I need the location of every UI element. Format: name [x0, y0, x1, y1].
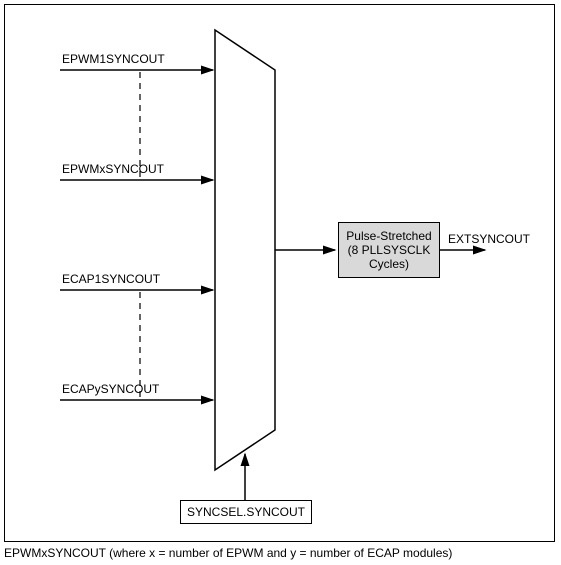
label-output-extsyncout: EXTSYNCOUT [448, 232, 530, 246]
diagram-frame: EPWM1SYNCOUT EPWMxSYNCOUT ECAP1SYNCOUT E… [0, 0, 561, 565]
block-line1: Pulse-Stretched [346, 229, 431, 243]
pulse-stretched-text: Pulse-Stretched (8 PLLSYSCLK Cycles) [346, 229, 431, 271]
block-line2: (8 PLLSYSCLK [346, 243, 431, 257]
mux-shape [215, 30, 275, 470]
pulse-stretched-block: Pulse-Stretched (8 PLLSYSCLK Cycles) [338, 222, 440, 278]
footnote: EPWMxSYNCOUT (where x = number of EPWM a… [4, 546, 452, 560]
select-box: SYNCSEL.SYNCOUT [180, 500, 312, 524]
select-label: SYNCSEL.SYNCOUT [187, 505, 305, 519]
label-input-ecap1syncout: ECAP1SYNCOUT [62, 272, 160, 286]
block-line3: Cycles) [346, 257, 431, 271]
label-input-epwmxsyncout: EPWMxSYNCOUT [62, 162, 164, 176]
label-input-epwm1syncout: EPWM1SYNCOUT [62, 52, 165, 66]
label-input-ecapysyncout: ECAPySYNCOUT [62, 382, 159, 396]
